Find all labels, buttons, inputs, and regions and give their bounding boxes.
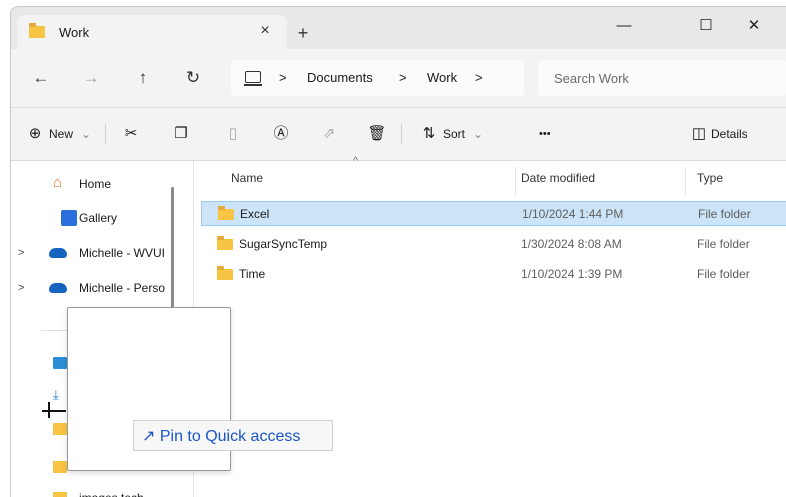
- folder-icon: [53, 423, 67, 435]
- file-date: 1/10/2024 1:44 PM: [522, 207, 624, 221]
- table-row[interactable]: SugarSyncTemp 1/30/2024 8:08 AM File fol…: [201, 232, 786, 257]
- forward-button[interactable]: →: [77, 64, 105, 92]
- file-date: 1/30/2024 8:08 AM: [521, 237, 622, 251]
- breadcrumb-separator: >: [279, 70, 287, 85]
- folder-icon: [218, 206, 234, 220]
- back-button[interactable]: ←: [27, 64, 55, 92]
- expand-chevron-icon[interactable]: >: [18, 242, 24, 264]
- file-type: File folder: [698, 207, 751, 221]
- drag-insert-cursor: [42, 402, 66, 418]
- column-header-date[interactable]: Date modified: [521, 171, 595, 185]
- column-header-type[interactable]: Type: [697, 171, 723, 185]
- drag-tooltip: ↗ Pin to Quick access: [133, 420, 333, 451]
- column-divider[interactable]: [515, 167, 516, 195]
- folder-icon: [217, 266, 233, 280]
- sidebar-item-label: Michelle - WVUI: [79, 246, 166, 260]
- rename-icon[interactable]: Ⓐ: [269, 122, 293, 146]
- paste-icon[interactable]: ▯: [221, 122, 245, 146]
- breadcrumb-documents[interactable]: Documents: [307, 70, 373, 85]
- up-button[interactable]: ↑: [129, 64, 157, 92]
- file-name: Excel: [240, 207, 270, 221]
- tab-title: Work: [59, 25, 90, 40]
- sidebar-item-label: Gallery: [79, 211, 118, 225]
- tab-work[interactable]: Work ×: [17, 15, 287, 51]
- column-divider[interactable]: [685, 167, 686, 195]
- delete-icon[interactable]: 🗑︎: [365, 122, 389, 146]
- breadcrumb-separator: >: [475, 70, 483, 85]
- search-input[interactable]: Search Work: [538, 60, 786, 96]
- title-bar: Work × + — ☐ ✕: [11, 7, 786, 51]
- toolbar-divider: [401, 124, 402, 144]
- sidebar-item-home[interactable]: ⌂ Home: [21, 173, 181, 195]
- downloads-icon: ⤓: [53, 387, 59, 402]
- breadcrumb-separator: >: [399, 70, 407, 85]
- file-name: Time: [239, 267, 266, 281]
- new-plus-icon: ⊕: [28, 125, 42, 142]
- sort-caret-icon: ^: [353, 155, 359, 167]
- details-pane-icon: ◫: [691, 125, 707, 142]
- new-button[interactable]: New: [49, 122, 73, 146]
- toolbar-divider: [105, 124, 106, 144]
- details-button[interactable]: Details: [711, 122, 748, 146]
- this-pc-icon: [244, 71, 262, 86]
- more-options-button[interactable]: •••: [539, 122, 551, 146]
- folder-icon: [217, 236, 233, 250]
- sort-icon: ⇅: [422, 125, 436, 142]
- file-date: 1/10/2024 1:39 PM: [521, 267, 623, 281]
- close-tab-icon[interactable]: ×: [255, 21, 275, 41]
- new-tab-button[interactable]: +: [291, 21, 315, 45]
- file-name: SugarSyncTemp: [239, 237, 328, 251]
- search-placeholder: Search Work: [554, 71, 629, 86]
- sidebar-item-gallery[interactable]: Gallery: [21, 207, 181, 229]
- maximize-button[interactable]: ☐: [683, 11, 729, 41]
- sidebar-item-onedrive-wvui[interactable]: > Michelle - WVUI: [18, 242, 181, 264]
- new-chevron-icon[interactable]: ⌄: [81, 122, 91, 146]
- share-icon[interactable]: ⇗: [317, 122, 341, 146]
- sidebar-item-onedrive-personal[interactable]: > Michelle - Perso: [18, 277, 181, 299]
- cut-icon[interactable]: ✂: [119, 122, 143, 146]
- desktop-icon: [53, 357, 67, 369]
- copy-icon[interactable]: ❐: [169, 122, 193, 146]
- home-icon: ⌂: [53, 174, 63, 191]
- close-window-button[interactable]: ✕: [731, 11, 777, 41]
- drag-tooltip-label: ↗ Pin to Quick access: [142, 428, 301, 445]
- breadcrumb-work[interactable]: Work: [427, 70, 457, 85]
- table-row[interactable]: Excel 1/10/2024 1:44 PM File folder: [201, 201, 786, 226]
- sidebar-item-label: Home: [79, 177, 112, 191]
- onedrive-cloud-icon: [49, 248, 67, 258]
- onedrive-cloud-icon: [49, 283, 67, 293]
- folder-icon: [53, 492, 67, 497]
- file-type: File folder: [697, 267, 750, 281]
- sort-chevron-icon[interactable]: ⌄: [473, 122, 483, 146]
- expand-chevron-icon[interactable]: >: [18, 277, 24, 299]
- gallery-icon: [61, 210, 77, 226]
- sort-button[interactable]: Sort: [443, 122, 465, 146]
- sidebar-item-label: Michelle - Perso: [79, 281, 166, 295]
- folder-icon: [53, 461, 67, 473]
- refresh-button[interactable]: ↻: [179, 64, 207, 92]
- sidebar-scrollbar[interactable]: [171, 187, 174, 325]
- file-type: File folder: [697, 237, 750, 251]
- address-bar[interactable]: > Documents > Work >: [231, 60, 524, 96]
- folder-icon: [29, 23, 45, 38]
- minimize-button[interactable]: —: [601, 11, 647, 41]
- column-header-name[interactable]: Name: [231, 171, 263, 185]
- table-row[interactable]: Time 1/10/2024 1:39 PM File folder: [201, 262, 786, 287]
- navigation-bar: ← → ↑ ↻ > Documents > Work > Search Work: [11, 51, 786, 108]
- command-bar: ⊕ New ⌄ ✂ ❐ ▯ Ⓐ ⇗ 🗑︎ ⇅ Sort ⌄ ••• ◫ Deta…: [11, 108, 786, 161]
